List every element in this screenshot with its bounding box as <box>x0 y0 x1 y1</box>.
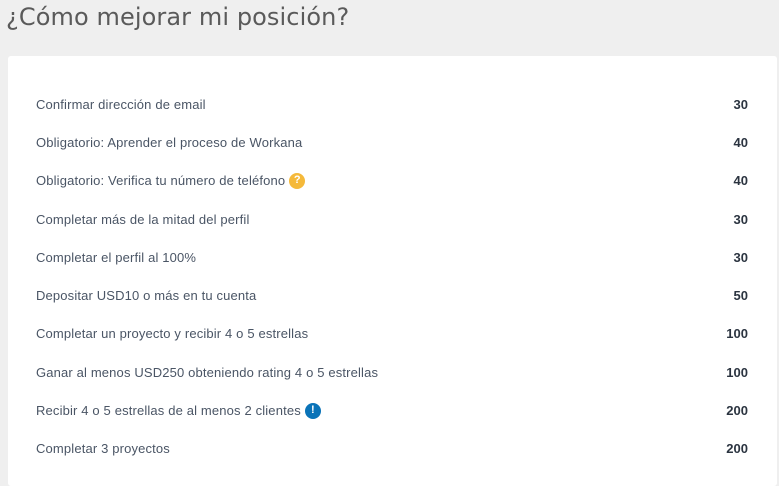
improvement-list: Confirmar dirección de email 30 Obligato… <box>36 85 748 468</box>
page-title: ¿Cómo mejorar mi posición? <box>6 3 350 31</box>
item-label: Depositar USD10 o más en tu cuenta <box>36 288 257 304</box>
item-points: 40 <box>733 134 748 150</box>
item-label: Completar 3 proyectos <box>36 441 170 457</box>
list-item: Completar el perfil al 100% 30 <box>36 238 748 276</box>
exclamation-icon[interactable]: ! <box>304 402 321 419</box>
list-item: Completar más de la mitad del perfil 30 <box>36 200 748 238</box>
item-label: Completar un proyecto y recibir 4 o 5 es… <box>36 326 309 342</box>
item-points: 100 <box>726 326 748 342</box>
item-label: Confirmar dirección de email <box>36 96 206 112</box>
list-item: Depositar USD10 o más en tu cuenta 50 <box>36 276 748 314</box>
item-points: 100 <box>726 364 748 380</box>
item-points: 30 <box>733 96 748 112</box>
item-label: Obligatorio: Verifica tu número de teléf… <box>36 173 286 189</box>
list-item: Recibir 4 o 5 estrellas de al menos 2 cl… <box>36 391 748 429</box>
list-item: Completar un proyecto y recibir 4 o 5 es… <box>36 315 748 353</box>
item-label: Completar más de la mitad del perfil <box>36 211 250 227</box>
item-points: 30 <box>733 249 748 265</box>
list-item: Obligatorio: Verifica tu número de teléf… <box>36 162 748 200</box>
item-label: Ganar al menos USD250 obteniendo rating … <box>36 364 379 380</box>
item-label: Completar el perfil al 100% <box>36 249 197 265</box>
question-icon[interactable]: ? <box>289 172 306 189</box>
list-item: Ganar al menos USD250 obteniendo rating … <box>36 353 748 391</box>
item-points: 200 <box>726 403 748 419</box>
item-label: Obligatorio: Aprender el proceso de Work… <box>36 134 303 150</box>
item-points: 50 <box>733 288 748 304</box>
item-points: 200 <box>726 441 748 457</box>
list-item: Completar 3 proyectos 200 <box>36 430 748 468</box>
item-points: 30 <box>733 211 748 227</box>
item-label: Recibir 4 o 5 estrellas de al menos 2 cl… <box>36 403 301 419</box>
score-card: Confirmar dirección de email 30 Obligato… <box>8 56 777 486</box>
item-points: 40 <box>733 173 748 189</box>
list-item: Confirmar dirección de email 30 <box>36 85 748 123</box>
list-item: Obligatorio: Aprender el proceso de Work… <box>36 123 748 161</box>
